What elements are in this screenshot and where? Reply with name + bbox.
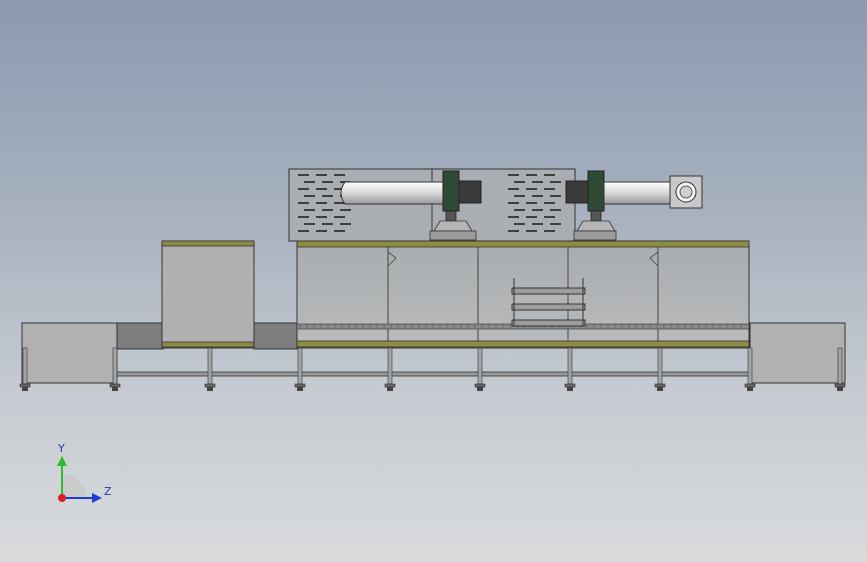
triad-arc bbox=[62, 474, 86, 498]
right-end-cabinet bbox=[749, 322, 846, 384]
entry-hood bbox=[161, 240, 299, 350]
right-fan-assembly bbox=[565, 170, 703, 241]
support-frame bbox=[19, 347, 846, 391]
z-axis-head bbox=[92, 493, 102, 503]
graphics-viewport[interactable]: Y Z bbox=[0, 0, 867, 562]
y-axis-head bbox=[57, 456, 67, 466]
y-axis-label: Y bbox=[58, 442, 65, 455]
exhaust-housing bbox=[288, 168, 576, 242]
axis-triad: Y Z bbox=[40, 440, 120, 520]
z-axis-label: Z bbox=[104, 485, 112, 498]
main-tunnel bbox=[296, 240, 750, 349]
x-axis-dot bbox=[58, 494, 66, 502]
conveyor-machine-model[interactable] bbox=[0, 0, 867, 562]
